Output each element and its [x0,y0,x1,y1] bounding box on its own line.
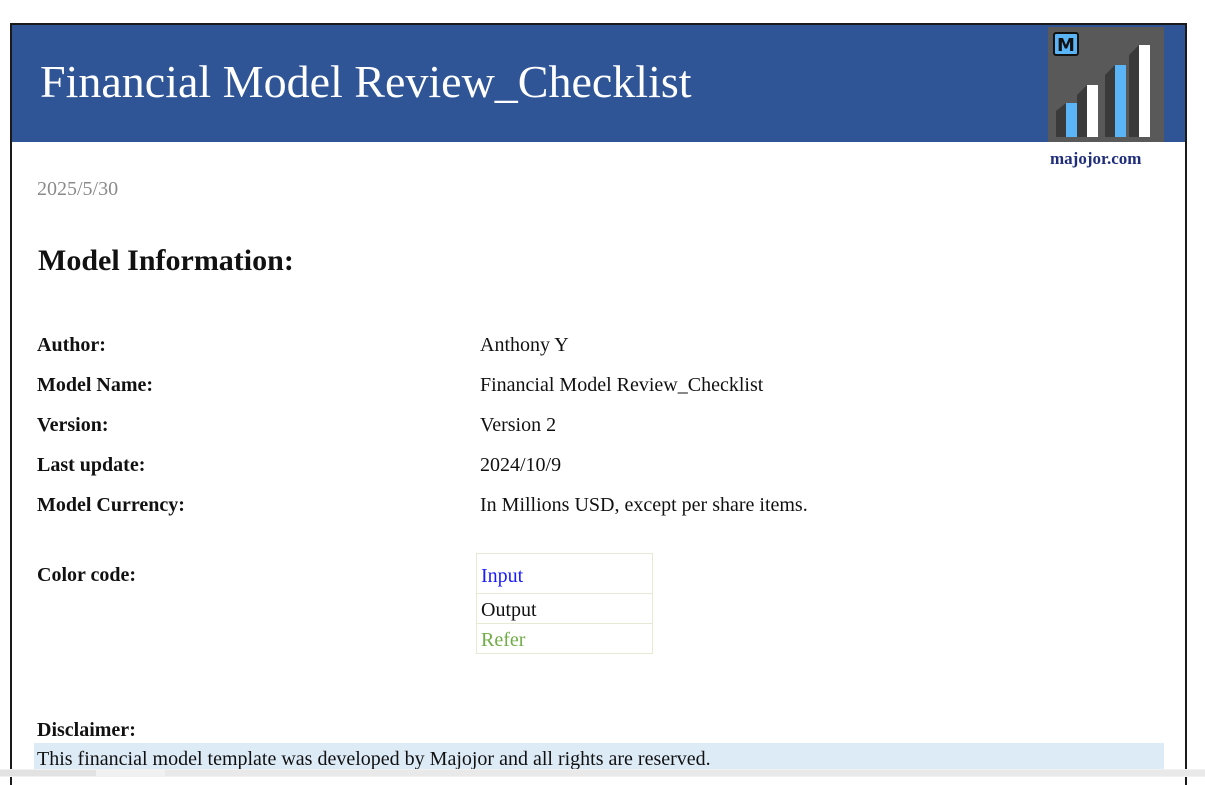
majojor-site-link[interactable]: majojor.com [1050,150,1141,167]
last-update-value[interactable]: 2024/10/9 [480,455,561,475]
title-banner: Financial Model Review_Checklist M [12,25,1185,142]
model-information-heading: Model Information: [38,244,294,277]
version-value[interactable]: Version 2 [480,415,556,435]
scrollbar-thumb[interactable] [165,770,1205,776]
model-currency-value[interactable]: In Millions USD, except per share items. [480,495,808,515]
report-date: 2025/5/30 [37,178,119,200]
last-update-label: Last update: [37,454,146,476]
horizontal-scrollbar[interactable] [0,769,1205,777]
svg-text:M: M [1057,35,1075,56]
color-code-legend: Input Output Refer [476,553,653,654]
page-title: Financial Model Review_Checklist [40,56,692,107]
color-code-label: Color code: [37,564,137,586]
spreadsheet-sheet: Financial Model Review_Checklist M majoj… [10,23,1187,785]
color-code-divider [477,623,652,624]
model-name-value[interactable]: Financial Model Review_Checklist [480,375,763,395]
model-currency-label: Model Currency: [37,494,185,516]
sheet-tab-strip[interactable] [0,770,96,776]
author-value[interactable]: Anthony Y [480,335,569,355]
disclaimer-text[interactable]: This financial model template was develo… [37,749,711,769]
disclaimer-label: Disclaimer: [37,719,136,741]
color-code-input[interactable]: Input [477,566,652,586]
majojor-logo-icon: M [1048,27,1164,142]
model-name-label: Model Name: [37,374,154,396]
version-label: Version: [37,414,109,436]
color-code-refer[interactable]: Refer [477,630,652,650]
author-label: Author: [37,334,106,356]
color-code-output[interactable]: Output [477,600,652,620]
color-code-divider [477,593,652,594]
